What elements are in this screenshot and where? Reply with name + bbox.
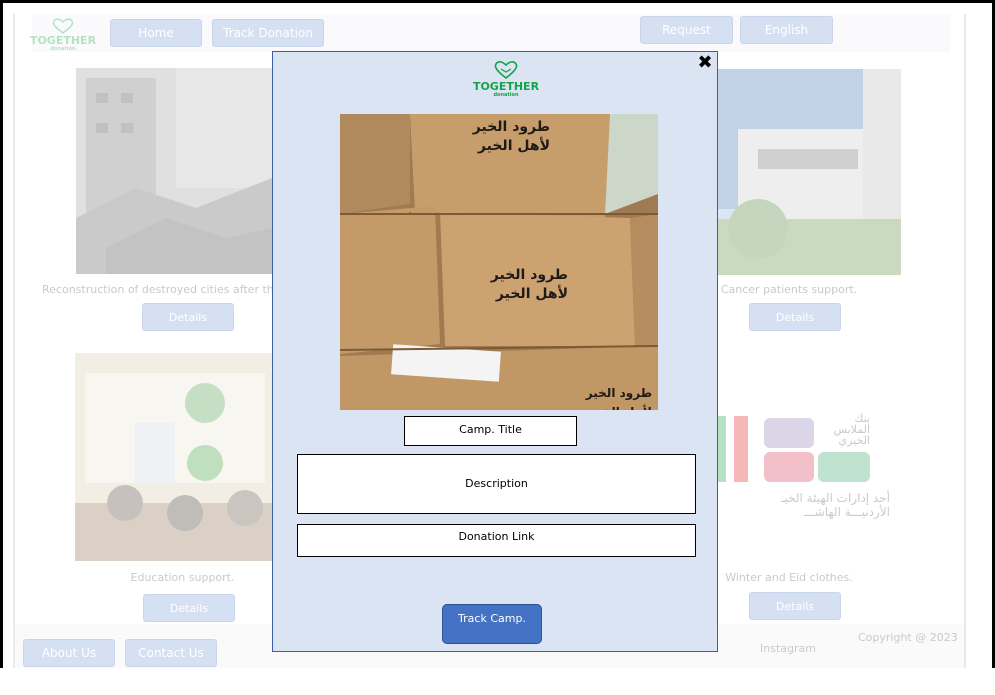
rubble-image bbox=[76, 68, 272, 274]
box-label-bottom: طرود الخير لأهل الخير bbox=[572, 384, 652, 410]
heart-hands-icon bbox=[494, 61, 518, 80]
details-button-cancer[interactable]: Details bbox=[749, 303, 841, 331]
navbar-logo[interactable]: TOGETHER donation bbox=[30, 18, 96, 52]
campaign-title-field[interactable]: Camp. Title bbox=[404, 416, 577, 446]
frame-rule-left bbox=[13, 14, 15, 669]
details-button-reconstruction[interactable]: Details bbox=[142, 303, 234, 331]
home-button[interactable]: Home bbox=[110, 19, 202, 47]
clothes-bank-footer-1: أحد إدارات الهيئة الخيـ bbox=[780, 490, 890, 506]
card-caption-cancer: Cancer patients support. bbox=[720, 283, 858, 296]
modal-logo-subtitle: donation bbox=[493, 92, 519, 98]
card-caption-reconstruction: Reconstruction of destroyed cities after… bbox=[42, 283, 298, 296]
card-image-cancer bbox=[718, 69, 901, 275]
card-caption-education: Education support. bbox=[130, 571, 235, 584]
clothes-bank-footer-2: الأردنيـــة الهاشـــ bbox=[803, 504, 890, 520]
hospital-image bbox=[718, 69, 901, 275]
cardboard-boxes-image bbox=[340, 114, 658, 410]
donation-link-field[interactable]: Donation Link bbox=[297, 524, 696, 557]
heart-hands-icon bbox=[52, 18, 74, 34]
close-icon[interactable]: ✖ bbox=[696, 54, 714, 72]
card-image-reconstruction bbox=[76, 68, 272, 274]
copyright-text: Copyright @ 2023 bbox=[858, 631, 958, 644]
page-bottom bbox=[0, 668, 995, 695]
contact-us-button[interactable]: Contact Us bbox=[125, 639, 217, 667]
box-text-line1: طرود الخير bbox=[490, 267, 568, 283]
about-us-button[interactable]: About Us bbox=[23, 639, 115, 667]
instagram-link[interactable]: Instagram bbox=[760, 642, 816, 655]
modal-logo: TOGETHER donation bbox=[471, 60, 541, 98]
language-button[interactable]: English bbox=[740, 16, 833, 44]
campaign-image: طرود الخير لأهل الخير طرود الخير لأهل ال… bbox=[340, 114, 658, 410]
card-caption-clothes: Winter and Eid clothes. bbox=[725, 571, 853, 584]
details-button-clothes[interactable]: Details bbox=[749, 592, 841, 620]
frame-rule-right bbox=[964, 14, 966, 669]
box-text-line1: طرود الخير bbox=[472, 119, 550, 135]
clothes-bank-title-3: الخيري bbox=[838, 434, 870, 447]
description-field[interactable]: Description bbox=[297, 454, 696, 514]
box-text-line2: لأهل الخير bbox=[572, 403, 652, 410]
box-label-middle: طرود الخير لأهل الخير bbox=[488, 266, 568, 304]
request-button[interactable]: Request bbox=[640, 16, 733, 44]
card-image-clothes-bank: بنك الملابس الخيري أحد إدارات الهيئة الخ… bbox=[718, 412, 898, 522]
details-button-education[interactable]: Details bbox=[143, 594, 235, 622]
track-campaign-button[interactable]: Track Camp. bbox=[442, 604, 542, 644]
box-text-line2: لأهل الخير bbox=[495, 286, 568, 302]
logo-subtitle: donation bbox=[50, 46, 76, 52]
classroom-image bbox=[75, 353, 272, 561]
box-text-line1: طرود الخير bbox=[585, 386, 652, 400]
box-label-top: طرود الخير لأهل الخير bbox=[458, 118, 550, 156]
campaign-modal: ✖ TOGETHER donation طرود الخير لأهل الخي… bbox=[272, 51, 718, 652]
box-text-line2: لأهل الخير bbox=[477, 138, 550, 154]
track-donation-button[interactable]: Track Donation bbox=[212, 19, 324, 47]
clothes-bank-logo: بنك الملابس الخيري أحد إدارات الهيئة الخ… bbox=[718, 412, 890, 520]
card-image-education bbox=[75, 353, 272, 561]
